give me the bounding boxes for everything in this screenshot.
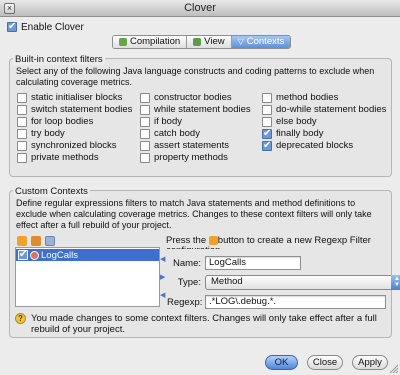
filter-deprecated-blocks[interactable]: deprecated blocks [262, 140, 353, 151]
builtin-filters-description: Select any of the following Java languag… [16, 66, 375, 87]
remove-filter-icon[interactable] [31, 236, 41, 246]
filter-label: try body [31, 128, 65, 139]
filter-checkbox[interactable] [17, 140, 27, 151]
filter-label: property methods [154, 152, 228, 163]
name-field[interactable]: LogCalls [205, 256, 301, 270]
filter-label: assert statements [154, 140, 229, 151]
filter-checkbox[interactable] [17, 116, 27, 127]
tab-bar: Compilation View ▽ Contexts [112, 35, 292, 49]
ok-button[interactable]: OK [265, 355, 298, 370]
filter-checkbox[interactable] [17, 104, 27, 115]
filter-label: finally body [276, 128, 324, 139]
tab-contexts-label: Contexts [246, 36, 285, 47]
filter-catch-body[interactable]: catch body [140, 128, 200, 139]
filter-label: for loop bodies [31, 116, 94, 127]
filter-finally-body[interactable]: finally body [262, 128, 324, 139]
type-label: Type: [177, 277, 201, 288]
filter-constructor-bodies[interactable]: constructor bodies [140, 92, 232, 103]
tab-compilation[interactable]: Compilation [113, 36, 188, 48]
regexp-filter-icon [30, 250, 39, 260]
resize-grip-icon[interactable] [388, 363, 398, 373]
copy-filter-icon[interactable] [45, 236, 55, 246]
add-filter-inline-icon [208, 236, 218, 245]
regexp-label: Regexp: [167, 297, 203, 308]
filter-synchronized-blocks[interactable]: synchronized blocks [17, 140, 117, 151]
filter-method-bodies[interactable]: method bodies [262, 92, 338, 103]
list-item[interactable]: LogCalls [16, 249, 159, 261]
filter-assert-statements[interactable]: assert statements [140, 140, 229, 151]
filter-checkbox[interactable] [262, 104, 272, 115]
filter-label: else body [276, 116, 317, 127]
window-title: Clover [184, 2, 216, 14]
filter-label: private methods [31, 152, 99, 163]
new-filter-hint: Press the button to create a new Regexp … [166, 236, 386, 249]
filter-while-statement-bodies[interactable]: while statement bodies [140, 104, 251, 115]
splitter-handle[interactable]: ◀ ▶ ◀ [160, 247, 165, 307]
filter-checkbox[interactable] [17, 128, 27, 139]
filter-checkbox[interactable] [140, 92, 150, 103]
custom-filter-list[interactable]: LogCalls [15, 247, 160, 307]
list-item-checkbox[interactable] [18, 249, 28, 260]
filter-label: if body [154, 116, 182, 127]
filter-for-loop-bodies[interactable]: for loop bodies [17, 116, 93, 127]
filter-static-initialiser-blocks[interactable]: static initialiser blocks [17, 92, 122, 103]
warning-text: You made changes to some context filters… [31, 313, 377, 335]
filter-label: while statement bodies [154, 104, 251, 115]
custom-contexts-description: Define regular expressions filters to ma… [16, 198, 372, 230]
filter-checkbox[interactable] [262, 140, 272, 151]
filter-checkbox[interactable] [262, 128, 272, 139]
apply-button[interactable]: Apply [352, 355, 388, 370]
collapse-left-icon[interactable]: ◀ [160, 291, 165, 299]
tab-contexts[interactable]: ▽ Contexts [231, 36, 291, 48]
view-icon [193, 38, 202, 46]
filter-property-methods[interactable]: property methods [140, 152, 228, 163]
filter-checkbox[interactable] [140, 140, 150, 151]
warning-icon: ? [15, 313, 26, 324]
contexts-filter-icon: ▽ [237, 37, 244, 46]
close-button[interactable]: Close [307, 355, 343, 370]
filter-label: catch body [154, 128, 200, 139]
list-item-label: LogCalls [41, 249, 78, 261]
filter-if-body[interactable]: if body [140, 116, 182, 127]
compilation-icon [119, 38, 127, 46]
regexp-field[interactable]: .*LOG\.debug.*. [205, 295, 386, 309]
select-arrows-icon: ▲ ▼ [391, 275, 400, 290]
rebuild-warning: ? You made changes to some context filte… [15, 313, 390, 335]
filter-try-body[interactable]: try body [17, 128, 65, 139]
add-filter-icon[interactable] [17, 236, 27, 246]
filter-label: synchronized blocks [31, 140, 117, 151]
enable-clover-label: Enable Clover [21, 21, 84, 33]
filter-checkbox[interactable] [262, 116, 272, 127]
filter-label: static initialiser blocks [31, 92, 123, 103]
custom-contexts-title: Custom Contexts [13, 186, 90, 197]
name-label: Name: [173, 258, 201, 269]
tab-compilation-label: Compilation [130, 36, 181, 47]
filter-else-body[interactable]: else body [262, 116, 317, 127]
filter-label: method bodies [276, 92, 339, 103]
filter-label: deprecated blocks [276, 140, 354, 151]
collapse-left-icon[interactable]: ◀ [160, 255, 165, 263]
filter-checkbox[interactable] [140, 104, 150, 115]
enable-clover-checkbox[interactable] [7, 21, 17, 32]
filter-label: do-while statement bodies [276, 104, 387, 115]
tab-view-label: View [204, 36, 225, 47]
builtin-filters-title: Built-in context filters [13, 54, 105, 65]
filter-checkbox[interactable] [17, 92, 27, 103]
filter-checkbox[interactable] [140, 128, 150, 139]
title-bar: × Clover [0, 0, 400, 17]
filter-do-while-statement-bodies[interactable]: do-while statement bodies [262, 104, 386, 115]
collapse-right-icon[interactable]: ▶ [160, 273, 165, 281]
filter-label: switch statement bodies [31, 104, 133, 115]
filter-label: constructor bodies [154, 92, 232, 103]
filter-switch-statement-bodies[interactable]: switch statement bodies [17, 104, 132, 115]
tab-view[interactable]: View [187, 36, 232, 48]
type-select-value: Method [211, 276, 243, 287]
filter-checkbox[interactable] [262, 92, 272, 103]
filter-checkbox[interactable] [140, 152, 150, 163]
type-select[interactable]: Method ▲ ▼ [205, 275, 400, 290]
filter-checkbox[interactable] [17, 152, 27, 163]
filter-checkbox[interactable] [140, 116, 150, 127]
enable-clover-row[interactable]: Enable Clover [7, 21, 84, 33]
filter-private-methods[interactable]: private methods [17, 152, 99, 163]
